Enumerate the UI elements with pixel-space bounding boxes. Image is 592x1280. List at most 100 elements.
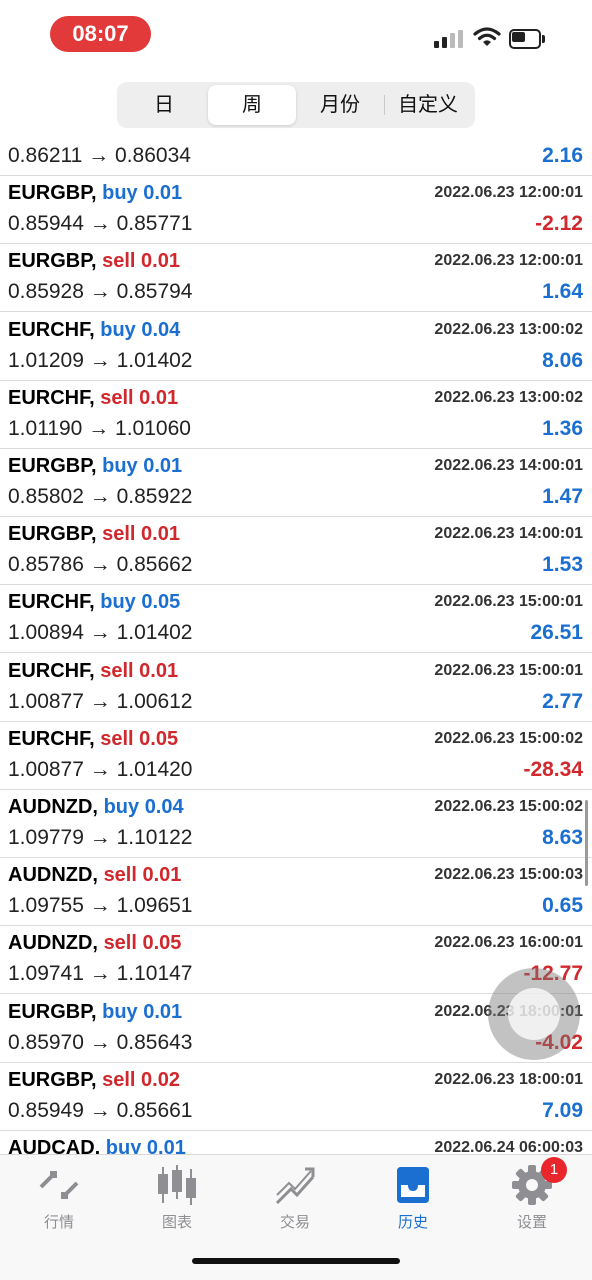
trade-symbol: EURCHF, — [8, 727, 95, 750]
trade-symbol-line: EURGBP, buy 0.01 — [8, 455, 182, 478]
period-tab-month[interactable]: 月份 — [296, 85, 384, 125]
trade-symbol: AUDNZD, — [8, 796, 98, 818]
trade-side: buy — [103, 796, 140, 818]
home-indicator — [192, 1258, 400, 1264]
trade-row[interactable]: EURGBP, buy 0.01 0.85802 → 0.85922 2022.06… — [0, 449, 592, 517]
assistive-touch-button[interactable] — [488, 968, 580, 1060]
trade-symbol: EURGBP, — [8, 523, 97, 546]
trade-side: sell — [102, 250, 136, 273]
trade-row[interactable]: AUDCAD, buy 0.01 2022.06.24 06:00:03 — [0, 1131, 592, 1154]
period-tab-day[interactable]: 日 — [120, 85, 208, 125]
trade-lots: 0.02 — [141, 1068, 180, 1091]
trade-side: sell — [103, 932, 137, 955]
battery-icon — [509, 29, 545, 49]
trade-symbol-line: EURCHF, buy 0.05 — [8, 591, 180, 614]
trade-profit: -2.12 — [535, 212, 583, 236]
tab-settings-label: 设置 — [516, 1214, 547, 1231]
trade-profit: 8.63 — [542, 826, 583, 849]
trade-symbol: EURGBP, — [8, 1068, 97, 1091]
trade-time: 2022.06.23 12:00:01 — [434, 252, 583, 270]
trade-side: buy — [102, 455, 138, 477]
trade-row[interactable]: EURCHF, sell 0.01 1.01190 → 1.01060 2022.0… — [0, 381, 592, 449]
trade-row[interactable]: EURGBP, sell 0.01 0.85928 → 0.85794 2022.0… — [0, 244, 592, 313]
trade-time: 2022.06.23 13:00:02 — [434, 388, 583, 406]
trade-side: sell — [100, 659, 134, 682]
status-bar: 08:07 — [0, 0, 592, 72]
trade-row[interactable]: 0.86211 → 0.86034 2.16 — [0, 138, 592, 176]
trade-row[interactable]: AUDNZD, sell 0.01 1.09755 → 1.09651 2022.0… — [0, 858, 592, 927]
trade-symbol: EURGBP, — [8, 182, 97, 205]
trade-side: sell — [102, 1068, 136, 1091]
tab-settings[interactable]: 1 设置 — [482, 1157, 582, 1232]
trade-row[interactable]: EURCHF, buy 0.05 1.00894 → 1.01402 2022.06… — [0, 585, 592, 654]
trade-profit: 7.09 — [542, 1098, 583, 1122]
trade-time: 2022.06.23 15:00:03 — [434, 866, 583, 884]
tab-quotes[interactable]: 行情 — [9, 1163, 109, 1232]
trade-side: buy — [102, 1000, 138, 1023]
trade-time: 2022.06.23 16:00:01 — [434, 934, 583, 952]
trade-row[interactable]: AUDNZD, buy 0.04 1.09779 → 1.10122 2022.06… — [0, 790, 592, 858]
trade-profit: 1.53 — [542, 553, 583, 577]
trade-symbol-line: AUDNZD, sell 0.05 — [8, 932, 181, 955]
trade-row[interactable]: EURCHF, sell 0.01 1.00877 → 1.00612 2022.0… — [0, 654, 592, 722]
trade-profit: 1.36 — [542, 416, 583, 440]
trade-prices: 0.85802 → 0.85922 — [8, 485, 193, 508]
trade-symbol-line: EURGBP, buy 0.01 — [8, 182, 182, 205]
trade-prices: 1.01190 → 1.01060 — [8, 416, 191, 440]
trade-time: 2022.06.23 14:00:01 — [434, 525, 583, 543]
trade-row[interactable]: EURGBP, sell 0.01 0.85786 → 0.85662 2022.0… — [0, 517, 592, 586]
trade-lots: 0.01 — [141, 250, 180, 273]
scroll-indicator[interactable] — [585, 800, 588, 886]
trade-symbol: EURCHF, — [8, 318, 95, 341]
trade-side: buy — [100, 318, 136, 341]
trade-time: 2022.06.23 12:00:01 — [434, 184, 583, 202]
trade-prices: 1.09779 → 1.10122 — [8, 826, 193, 849]
period-tab-custom[interactable]: 自定义 — [384, 85, 472, 125]
trade-profit: 2.16 — [542, 144, 583, 167]
tab-chart[interactable]: 图表 — [127, 1163, 227, 1232]
trade-row[interactable]: EURCHF, buy 0.04 1.01209 → 1.01402 2022.06… — [0, 313, 592, 381]
trade-side: sell — [100, 386, 134, 409]
trade-lots: 0.01 — [139, 386, 179, 409]
trade-prices: 0.86211 → 0.86034 — [8, 144, 191, 167]
trade-symbol: AUDNZD, — [8, 932, 98, 955]
trade-time: 2022.06.23 18:00:01 — [434, 1070, 583, 1088]
trade-profit: 0.65 — [542, 894, 583, 918]
tab-trade-label: 交易 — [279, 1214, 310, 1231]
trade-time: 2022.06.23 15:00:02 — [434, 798, 583, 815]
trade-symbol: EURCHF, — [8, 591, 95, 614]
quotes-icon — [39, 1171, 79, 1199]
trade-row[interactable]: EURGBP, sell 0.02 0.85949 → 0.85661 2022.0… — [0, 1063, 592, 1131]
tab-chart-label: 图表 — [161, 1214, 192, 1231]
trade-side: sell — [100, 727, 134, 750]
trade-prices: 0.85786 → 0.85662 — [8, 553, 193, 577]
wifi-icon — [473, 27, 501, 46]
trade-symbol-line: EURCHF, sell 0.01 — [8, 660, 178, 683]
trade-symbol: EURCHF, — [8, 386, 95, 409]
trade-side: buy — [102, 182, 138, 205]
trade-prices: 0.85928 → 0.85794 — [8, 280, 193, 304]
trade-row[interactable]: EURGBP, buy 0.01 0.85944 → 0.85771 2022.06… — [0, 176, 592, 245]
trade-symbol-line: EURCHF, sell 0.05 — [8, 728, 178, 751]
trade-symbol: AUDNZD, — [8, 864, 98, 887]
trade-lots: 0.05 — [139, 727, 179, 750]
history-icon — [397, 1167, 429, 1203]
trade-symbol: AUDCAD, — [8, 1137, 101, 1154]
trade-lots: 0.01 — [143, 455, 183, 477]
trade-prices: 0.85949 → 0.85661 — [8, 1098, 193, 1122]
trade-prices: 1.00877 → 1.00612 — [8, 689, 193, 713]
settings-badge: 1 — [541, 1157, 567, 1183]
trade-profit: 1.47 — [542, 485, 583, 508]
trade-lots: 0.04 — [141, 318, 181, 341]
trade-side: sell — [102, 523, 136, 546]
trade-prices: 1.00894 → 1.01402 — [8, 621, 193, 645]
period-selector-bar: 日 周 月份 自定义 — [0, 72, 592, 138]
tab-history[interactable]: 历史 — [363, 1163, 463, 1232]
trade-row[interactable]: EURCHF, sell 0.05 1.00877 → 1.01420 2022.0… — [0, 722, 592, 790]
trade-symbol-line: EURGBP, buy 0.01 — [8, 1001, 182, 1024]
trade-symbol-line: EURGBP, sell 0.01 — [8, 523, 180, 546]
tab-trade[interactable]: 交易 — [245, 1163, 345, 1232]
status-time[interactable]: 08:07 — [50, 16, 151, 52]
trade-time: 2022.06.23 15:00:01 — [434, 593, 583, 611]
period-tab-week[interactable]: 周 — [208, 85, 296, 125]
